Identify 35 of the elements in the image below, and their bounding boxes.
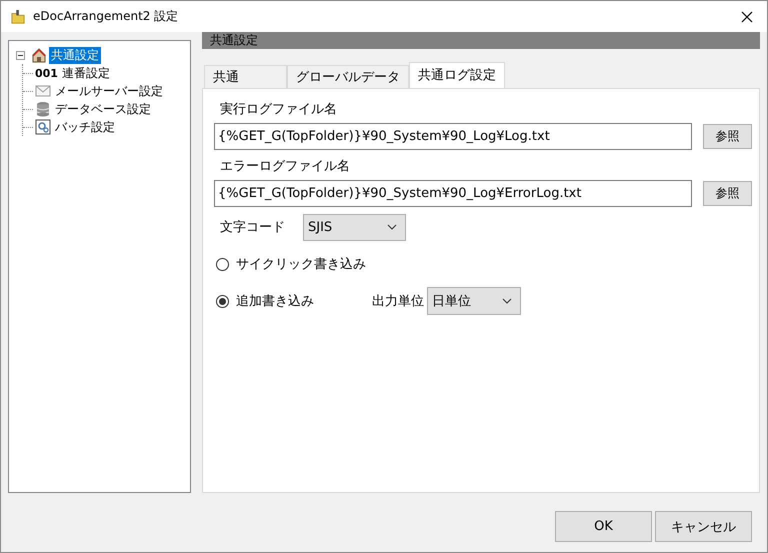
tab[interactable]: 共通 [204, 65, 287, 88]
number-label: 001 [35, 66, 58, 80]
tab[interactable]: グローバルデータ [287, 65, 409, 88]
radio-button[interactable] [216, 294, 229, 308]
tree-item[interactable]: 共通設定 [49, 46, 101, 64]
tree-item[interactable]: データベース設定 [53, 100, 153, 118]
tree-item[interactable]: 連番設定 [60, 64, 112, 82]
folder-icon [11, 10, 25, 24]
caret-icon [387, 224, 397, 230]
house-icon [31, 47, 47, 63]
input-field[interactable]: {%GET_G(TopFolder)}¥90_System¥90_Log¥Log.txt [214, 123, 692, 150]
close-icon[interactable] [741, 10, 753, 22]
window-title: eDocArrangement2 設定 [33, 8, 180, 25]
dropdown[interactable]: 日単位 [427, 287, 521, 315]
dialog-button[interactable]: OK [555, 511, 652, 542]
tab[interactable]: 共通ログ設定 [409, 62, 505, 88]
section-header: 共通設定 [202, 32, 760, 49]
field-label: 出力単位 [372, 293, 424, 310]
field-label: 文字コード [220, 219, 286, 236]
field-label: 実行ログファイル名 [219, 101, 338, 119]
database-icon [35, 101, 51, 117]
tree-item[interactable]: バッチ設定 [53, 118, 117, 136]
input-field[interactable]: {%GET_G(TopFolder)}¥90_System¥90_Log¥ErrorLog.txt [214, 180, 692, 207]
radio-button[interactable] [216, 258, 229, 270]
collapse-toggle[interactable] [16, 50, 25, 60]
browse-button[interactable]: 参照 [703, 181, 752, 206]
dialog-button[interactable]: キャンセル [655, 511, 752, 542]
browse-button[interactable]: 参照 [703, 124, 752, 149]
radio-label: サイクリック書き込み [236, 256, 366, 273]
radio-label: 追加書き込み [236, 293, 315, 310]
dropdown[interactable]: SJIS [303, 214, 406, 240]
caret-icon [502, 298, 512, 304]
envelope-icon [35, 83, 51, 99]
tree-item[interactable]: メールサーバー設定 [53, 82, 165, 100]
field-label: エラーログファイル名 [219, 158, 351, 176]
